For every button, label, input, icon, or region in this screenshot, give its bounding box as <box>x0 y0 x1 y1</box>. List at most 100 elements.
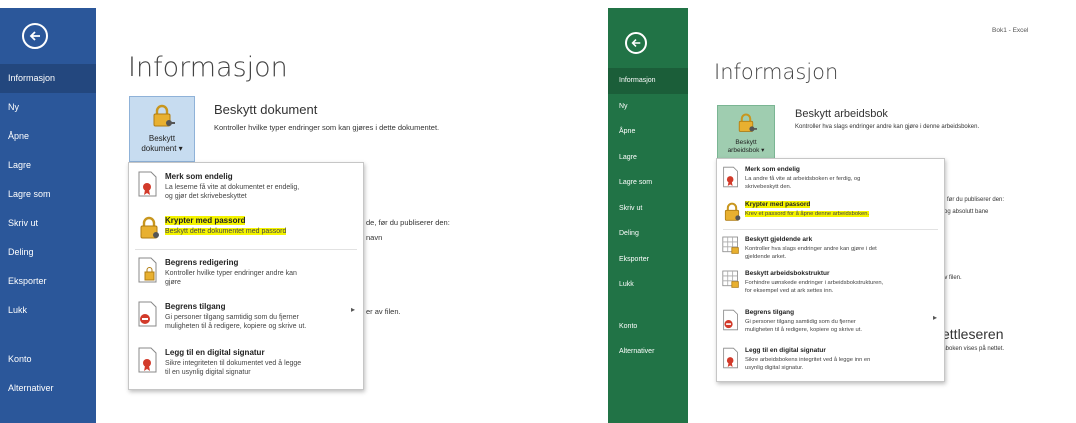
menu-item-description: Kontroller hva slags endringer andre kan… <box>745 246 877 260</box>
lock-key-icon <box>130 103 194 134</box>
chevron-right-icon: ▸ <box>933 313 938 322</box>
document-ribbon-icon <box>137 347 159 378</box>
menu-item-description: Beskytt dette dokumentet med passord <box>165 227 287 236</box>
inspect-subtext: n og absolutt bane <box>939 209 989 215</box>
divider <box>135 249 357 250</box>
menu-item-title: Legg til en digital signatur <box>745 347 826 354</box>
lock-key-icon <box>718 112 774 139</box>
highlight: Krev et passord for å åpne denne arbeids… <box>745 211 870 217</box>
lock-key-icon <box>722 201 742 228</box>
menu-item-mark-final[interactable]: Merk som endelig La andre få vite at arb… <box>717 162 944 196</box>
document-ribbon-icon <box>722 347 740 374</box>
protect-button-label-1: Beskytt <box>148 134 176 143</box>
workbook-lock-icon <box>722 270 740 295</box>
menu-item-title: Merk som endelig <box>745 166 800 173</box>
menu-item-description: Krev et passord for å åpne denne arbeids… <box>745 211 870 219</box>
protect-section-title: Beskytt arbeidsbok <box>795 108 888 120</box>
menu-item-description: Gi personer tilgang samtidig som du fjer… <box>745 319 862 333</box>
divider <box>723 229 938 230</box>
menu-item-description: Gi personer tilgang samtidig som du fjer… <box>165 314 307 330</box>
nav-item-lagre-som[interactable]: Lagre som <box>608 170 688 196</box>
menu-item-digital-signature[interactable]: Legg til en digital signatur Sikre integ… <box>129 343 363 387</box>
menu-item-description: Sikre integriteten til dokumentet ved å … <box>165 360 302 376</box>
nav-item-deling[interactable]: Deling <box>608 221 688 247</box>
protect-dropdown-menu: Merk som endelig La andre få vite at arb… <box>716 158 945 382</box>
menu-item-digital-signature[interactable]: Legg til en digital signatur Sikre arbei… <box>717 343 944 379</box>
document-ribbon-icon <box>722 166 740 193</box>
protect-section-description: Kontroller hvilke typer endringer som ka… <box>214 123 440 132</box>
protect-section-description: Kontroller hva slags endringer andre kan… <box>795 124 980 130</box>
document-ribbon-icon <box>137 171 159 202</box>
menu-item-encrypt[interactable]: Krypter med passord Beskytt dette dokume… <box>129 211 363 247</box>
menu-item-restrict-access[interactable]: Begrens tilgang Gi personer tilgang samt… <box>717 305 944 341</box>
menu-item-description: La andre få vite at arbeidsboken er ferd… <box>745 176 861 190</box>
protect-button-label-2: arbeidsbok ▾ <box>727 147 765 154</box>
nav-item-apne[interactable]: Åpne <box>608 119 688 145</box>
protect-document-button[interactable]: Beskytt dokument ▾ <box>129 96 195 162</box>
nav-item-skriv-ut[interactable]: Skriv ut <box>608 196 688 222</box>
nav-item-ny[interactable]: Ny <box>0 93 96 122</box>
page-title: Informasjon <box>714 60 839 84</box>
back-arrow-icon[interactable] <box>22 23 48 49</box>
nav-item-deling[interactable]: Deling <box>0 238 96 267</box>
menu-item-title: Merk som endelig <box>165 172 233 181</box>
sheet-lock-icon <box>722 236 740 261</box>
protect-section-title: Beskytt dokument <box>214 102 318 117</box>
excel-nav: Informasjon Ny Åpne Lagre Lagre som Skri… <box>608 68 688 365</box>
menu-item-description: Forhindre uønskede endringer i arbeidsbo… <box>745 280 884 294</box>
nav-item-lagre[interactable]: Lagre <box>608 145 688 171</box>
back-arrow-icon[interactable] <box>625 32 647 54</box>
menu-item-title: Beskytt arbeidsbokstruktur <box>745 270 830 277</box>
nav-item-apne[interactable]: Åpne <box>0 122 96 151</box>
menu-item-title: Krypter med passord <box>745 201 811 208</box>
inspect-subtext: navn <box>366 233 383 242</box>
menu-item-title: Krypter med passord <box>165 216 246 225</box>
menu-item-restrict-access[interactable]: Begrens tilgang Gi personer tilgang samt… <box>129 297 363 341</box>
lock-key-icon <box>137 215 161 246</box>
protect-dropdown-menu: Merk som endelig La leserne få vite at d… <box>128 162 364 390</box>
highlight: Krypter med passord <box>745 201 811 208</box>
nav-item-lagre-som[interactable]: Lagre som <box>0 180 96 209</box>
menu-item-description: Sikre arbeidsbokens integritet ved å leg… <box>745 357 871 371</box>
nav-item-alternativer[interactable]: Alternativer <box>0 374 96 403</box>
word-backstage: Informasjon Ny Åpne Lagre Lagre som Skri… <box>0 0 500 423</box>
nav-item-informasjon[interactable]: Informasjon <box>0 64 96 93</box>
nav-item-ny[interactable]: Ny <box>608 94 688 120</box>
browser-view-title: ettleseren <box>942 326 1004 342</box>
highlight: Krypter med passord <box>165 216 246 225</box>
menu-item-title: Begrens tilgang <box>165 302 226 311</box>
versions-text: er av filen. <box>366 307 401 316</box>
word-nav: Informasjon Ny Åpne Lagre Lagre som Skri… <box>0 64 96 403</box>
nav-item-konto[interactable]: Konto <box>0 345 96 374</box>
document-restricted-icon <box>722 309 740 336</box>
menu-item-description: Kontroller hvilke typer endringer andre … <box>165 270 297 286</box>
nav-item-eksporter[interactable]: Eksporter <box>608 247 688 273</box>
nav-item-eksporter[interactable]: Eksporter <box>0 267 96 296</box>
nav-item-konto[interactable]: Konto <box>608 314 688 340</box>
menu-item-protect-structure[interactable]: Beskytt arbeidsbokstruktur Forhindre uøn… <box>717 266 944 300</box>
menu-item-encrypt[interactable]: Krypter med passord Krev et passord for … <box>717 197 944 227</box>
nav-item-informasjon[interactable]: Informasjon <box>608 68 688 94</box>
menu-item-title: Begrens redigering <box>165 258 239 267</box>
menu-item-mark-final[interactable]: Merk som endelig La leserne få vite at d… <box>129 167 363 209</box>
highlight: Beskytt dette dokumentet med passord <box>165 228 287 235</box>
window-title: Bok1 - Excel <box>992 27 1029 34</box>
nav-item-lukk[interactable]: Lukk <box>608 272 688 298</box>
nav-item-skriv-ut[interactable]: Skriv ut <box>0 209 96 238</box>
page-title: Informasjon <box>128 52 288 83</box>
menu-item-protect-sheet[interactable]: Beskytt gjeldende ark Kontroller hva sla… <box>717 232 944 264</box>
protect-button-label-2: dokument ▾ <box>141 144 183 153</box>
chevron-right-icon: ▸ <box>351 305 356 314</box>
menu-item-title: Legg til en digital signatur <box>165 348 265 357</box>
inspect-text: de, før du publiserer den: <box>366 218 450 227</box>
protect-button-label-1: Beskytt <box>735 139 757 146</box>
word-sidebar: Informasjon Ny Åpne Lagre Lagre som Skri… <box>0 8 96 423</box>
document-lock-icon <box>137 257 159 288</box>
nav-item-alternativer[interactable]: Alternativer <box>608 339 688 365</box>
menu-item-title: Beskytt gjeldende ark <box>745 236 813 243</box>
menu-item-restrict-editing[interactable]: Begrens redigering Kontroller hvilke typ… <box>129 253 363 295</box>
protect-workbook-button[interactable]: Beskytt arbeidsbok ▾ <box>717 105 775 160</box>
nav-item-lukk[interactable]: Lukk <box>0 296 96 325</box>
menu-item-title: Begrens tilgang <box>745 309 795 316</box>
nav-item-lagre[interactable]: Lagre <box>0 151 96 180</box>
